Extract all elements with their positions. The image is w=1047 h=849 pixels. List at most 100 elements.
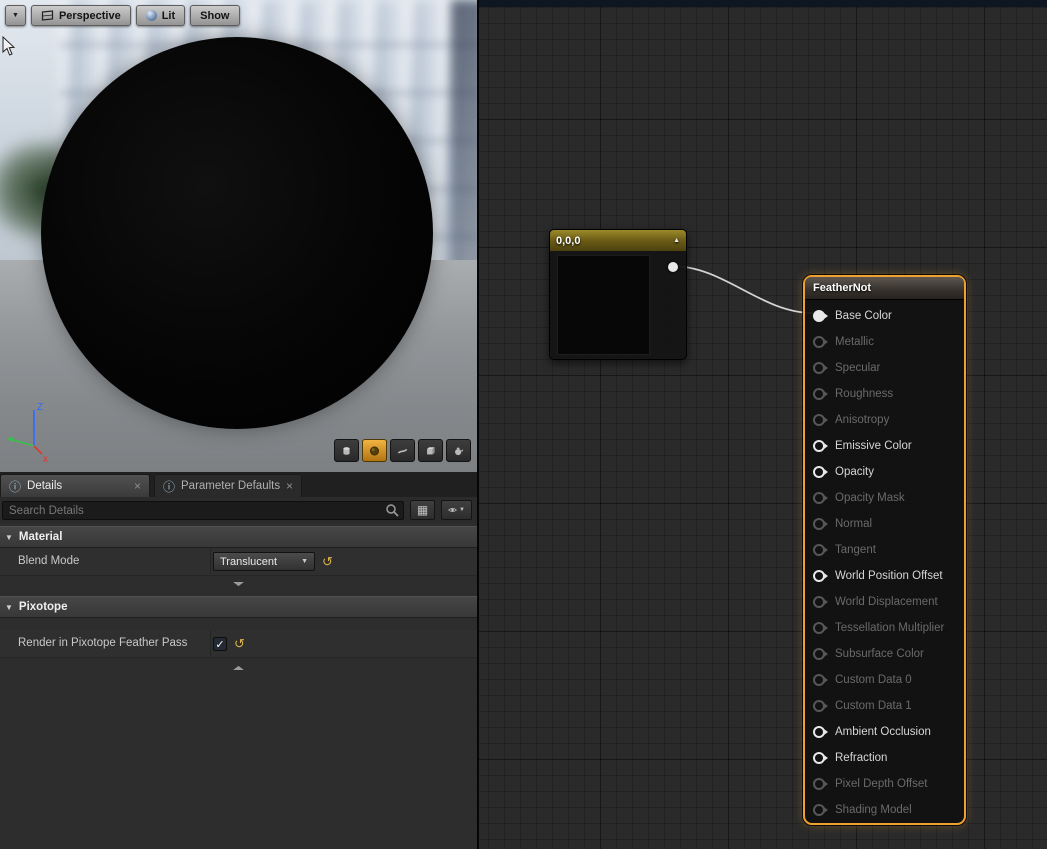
pin-label: Emissive Color: [835, 440, 912, 452]
collapse-icon[interactable]: ▲: [673, 237, 680, 244]
feather-pass-checkbox[interactable]: ✓: [213, 637, 227, 651]
pin-label: Refraction: [835, 752, 887, 764]
advanced-expander-down[interactable]: ▼: [0, 578, 477, 590]
pin-row-opacity[interactable]: Opacity: [805, 459, 964, 485]
lit-button[interactable]: Lit: [136, 5, 185, 26]
pin-icon[interactable]: [813, 414, 825, 426]
material-result-node-header[interactable]: FeatherNot: [805, 277, 964, 300]
pin-row-custom-data-1[interactable]: Custom Data 1: [805, 693, 964, 719]
constant-color-node[interactable]: 0,0,0 ▲: [549, 229, 687, 360]
graph-top-bar: [479, 0, 1047, 7]
section-expanded-icon: ▼: [5, 533, 13, 542]
pin-icon[interactable]: [813, 440, 825, 452]
pin-row-pixel-depth-offset[interactable]: Pixel Depth Offset: [805, 771, 964, 797]
pin-icon[interactable]: [813, 596, 825, 608]
pin-row-metallic[interactable]: Metallic: [805, 329, 964, 355]
pin-icon[interactable]: [813, 362, 825, 374]
reset-to-default-icon[interactable]: ↺: [234, 637, 245, 650]
pin-icon[interactable]: [813, 466, 825, 478]
pin-icon[interactable]: [813, 804, 825, 816]
advanced-expander-up[interactable]: ▲: [0, 662, 477, 674]
pin-icon[interactable]: [813, 570, 825, 582]
section-pixotope-title: Pixotope: [19, 601, 68, 613]
view-options-button[interactable]: ▼: [441, 500, 472, 520]
preview-shape-plane-button[interactable]: [390, 439, 415, 462]
close-icon[interactable]: ×: [286, 479, 293, 493]
pin-icon[interactable]: [813, 700, 825, 712]
pin-icon[interactable]: [813, 310, 825, 322]
viewport-options-button[interactable]: ▼: [5, 5, 26, 26]
pin-label: Tessellation Multiplier: [835, 622, 944, 634]
pin-label: Ambient Occlusion: [835, 726, 931, 738]
pin-row-specular[interactable]: Specular: [805, 355, 964, 381]
pin-icon[interactable]: [813, 388, 825, 400]
axis-x-label: x: [43, 454, 48, 464]
material-preview-viewport[interactable]: ▼ Perspective Lit Show Z: [0, 0, 477, 472]
section-header-pixotope[interactable]: ▼ Pixotope: [0, 596, 477, 618]
pin-row-custom-data-0[interactable]: Custom Data 0: [805, 667, 964, 693]
details-search-row: ▦ ▼: [0, 497, 477, 523]
show-button[interactable]: Show: [190, 5, 239, 26]
property-matrix-button[interactable]: ▦: [410, 500, 435, 520]
pin-icon[interactable]: [813, 648, 825, 660]
pin-row-world-displacement[interactable]: World Displacement: [805, 589, 964, 615]
pin-row-refraction[interactable]: Refraction: [805, 745, 964, 771]
mouse-cursor: [1, 36, 16, 57]
blend-mode-row: Blend Mode Translucent ▼ ↺: [0, 548, 477, 576]
tab-details[interactable]: ⓘ Details ×: [0, 474, 150, 497]
lit-button-label: Lit: [162, 10, 175, 22]
material-result-node[interactable]: FeatherNot Base Color Metallic SpecularRou…: [803, 275, 966, 825]
teapot-icon: [453, 443, 464, 459]
pin-row-shading-model[interactable]: Shading Model: [805, 797, 964, 823]
axis-z-label: Z: [37, 402, 43, 413]
pin-label: Opacity Mask: [835, 492, 905, 504]
tab-parameter-defaults[interactable]: ⓘ Parameter Defaults ×: [154, 474, 302, 497]
constant-node-header[interactable]: 0,0,0 ▲: [550, 230, 686, 251]
pin-row-normal[interactable]: Normal: [805, 511, 964, 537]
pin-row-base-color[interactable]: Base Color: [805, 303, 964, 329]
pin-icon[interactable]: [813, 336, 825, 348]
pin-icon[interactable]: [813, 726, 825, 738]
pin-icon[interactable]: [813, 622, 825, 634]
pin-row-emissive-color[interactable]: Emissive Color: [805, 433, 964, 459]
search-input-wrap: [2, 501, 404, 520]
pin-row-ambient-occlusion[interactable]: Ambient Occlusion: [805, 719, 964, 745]
reset-to-default-icon[interactable]: ↺: [322, 555, 333, 568]
pin-row-world-position-offset[interactable]: World Position Offset: [805, 563, 964, 589]
close-icon[interactable]: ×: [134, 479, 141, 493]
blend-mode-dropdown[interactable]: Translucent ▼: [213, 552, 315, 571]
preview-shape-cube-button[interactable]: [418, 439, 443, 462]
pin-row-anisotropy[interactable]: Anisotropy: [805, 407, 964, 433]
pin-icon[interactable]: [813, 778, 825, 790]
grid-view-icon: ▦: [417, 503, 428, 517]
pin-label: Custom Data 1: [835, 700, 912, 712]
pin-row-tessellation-multiplier[interactable]: Tessellation Multiplier: [805, 615, 964, 641]
perspective-button[interactable]: Perspective: [31, 5, 131, 26]
constant-output-pin[interactable]: [668, 262, 678, 272]
pin-row-tangent[interactable]: Tangent: [805, 537, 964, 563]
pin-icon[interactable]: [813, 492, 825, 504]
pin-icon[interactable]: [813, 544, 825, 556]
preview-shape-cylinder-button[interactable]: [334, 439, 359, 462]
constant-color-preview: [557, 255, 650, 355]
pin-icon[interactable]: [813, 518, 825, 530]
pin-label: Metallic: [835, 336, 874, 348]
pin-icon[interactable]: [813, 752, 825, 764]
pin-label: Tangent: [835, 544, 876, 556]
pin-label: Shading Model: [835, 804, 912, 816]
pin-row-opacity-mask[interactable]: Opacity Mask: [805, 485, 964, 511]
preview-shape-sphere-button[interactable]: [362, 439, 387, 462]
search-details-input[interactable]: [2, 501, 404, 520]
info-icon: ⓘ: [9, 478, 21, 495]
pin-icon[interactable]: [813, 674, 825, 686]
material-graph-canvas[interactable]: 0,0,0 ▲ FeatherNot Base Color Metallic Spe…: [479, 0, 1047, 849]
expander-down-icon: ▼: [229, 581, 247, 588]
preview-shape-teapot-button[interactable]: [446, 439, 471, 462]
pin-row-roughness[interactable]: Roughness: [805, 381, 964, 407]
sphere-icon: [369, 443, 380, 459]
pin-row-subsurface-color[interactable]: Subsurface Color: [805, 641, 964, 667]
preview-sphere-mesh[interactable]: [41, 37, 433, 429]
blend-mode-label: Blend Mode: [18, 555, 79, 567]
section-header-material[interactable]: ▼ Material: [0, 526, 477, 548]
feather-pass-label: Render in Pixotope Feather Pass: [18, 637, 187, 649]
